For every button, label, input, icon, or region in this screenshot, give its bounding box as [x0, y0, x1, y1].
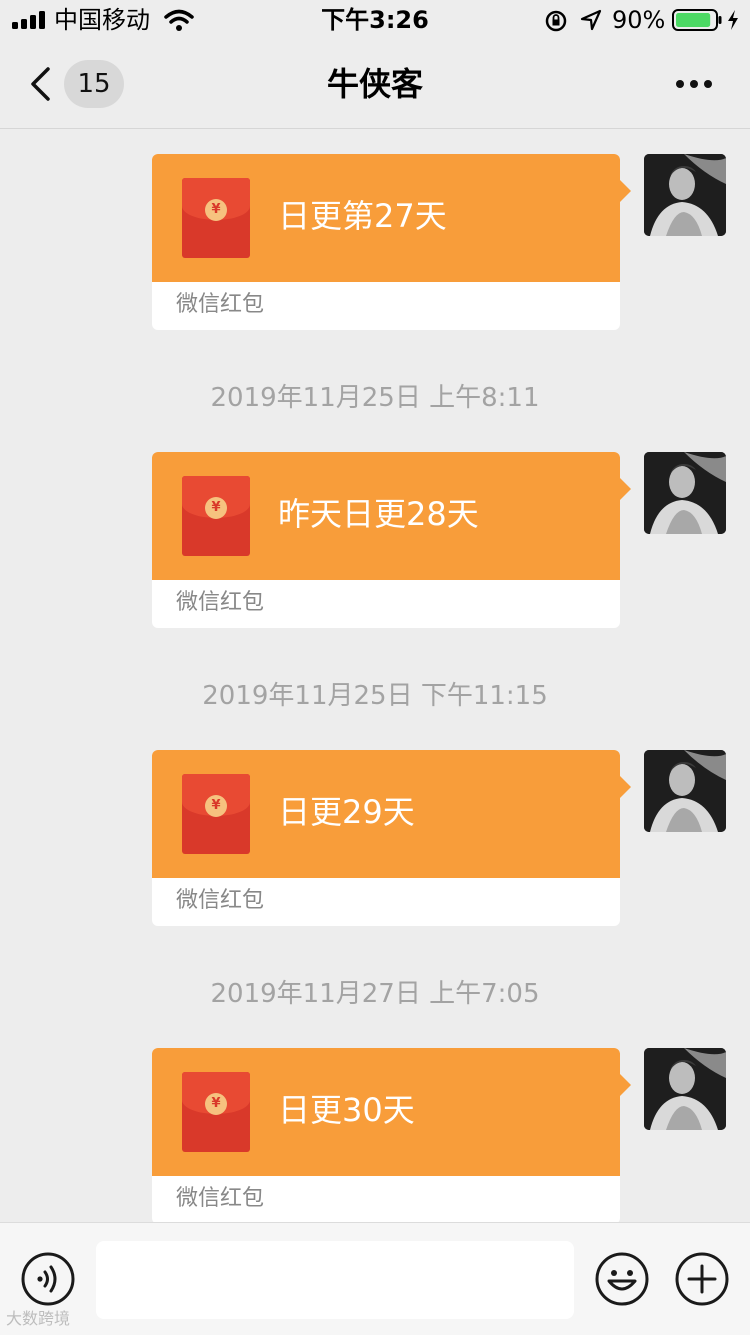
location-arrow-icon: [580, 9, 602, 31]
chat-header: 15 牛侠客: [0, 40, 750, 129]
chat-title: 牛侠客: [326, 65, 423, 103]
red-packet-card[interactable]: ¥ 日更30天 微信红包: [152, 1048, 620, 1224]
message-input-bar: 大数跨境: [0, 1222, 750, 1335]
red-packet-title: 日更29天: [278, 793, 415, 831]
red-packet-message: ¥ 昨天日更28天 微信红包: [0, 452, 750, 632]
red-packet-label: 微信红包: [176, 1186, 265, 1211]
red-packet-title: 日更30天: [278, 1091, 415, 1129]
plus-icon[interactable]: [674, 1251, 730, 1307]
timestamp: 2019年11月27日 上午7:05: [210, 979, 540, 1009]
red-envelope-icon: ¥: [182, 476, 250, 556]
battery-percentage: 90%: [612, 6, 666, 34]
red-packet-card[interactable]: ¥ 日更29天 微信红包: [152, 750, 620, 926]
watermark: 大数跨境: [6, 1309, 71, 1328]
avatar[interactable]: [644, 1048, 726, 1130]
rotation-lock-icon: [545, 10, 567, 32]
red-packet-message: ¥ 日更30天 微信红包: [0, 1048, 750, 1228]
voice-icon[interactable]: [20, 1251, 76, 1307]
timestamp: 2019年11月25日 上午8:11: [210, 383, 540, 413]
red-packet-title: 昨天日更28天: [278, 495, 479, 533]
red-envelope-icon: ¥: [182, 178, 250, 258]
battery-icon: [672, 9, 722, 31]
message-text-input[interactable]: [96, 1241, 574, 1319]
avatar[interactable]: [644, 750, 726, 832]
avatar[interactable]: [644, 154, 726, 236]
red-packet-label: 微信红包: [176, 888, 265, 913]
emoji-icon[interactable]: [594, 1251, 650, 1307]
red-packet-label: 微信红包: [176, 590, 265, 615]
timestamp: 2019年11月25日 下午11:15: [202, 681, 548, 711]
red-packet-card[interactable]: ¥ 昨天日更28天 微信红包: [152, 452, 620, 628]
charging-bolt-icon: [728, 10, 738, 30]
red-packet-label: 微信红包: [176, 292, 265, 317]
red-packet-card[interactable]: ¥ 日更第27天 微信红包: [152, 154, 620, 330]
red-packet-message: ¥ 日更第27天 微信红包: [0, 154, 750, 334]
more-dots-icon[interactable]: [674, 74, 714, 94]
red-packet-message: ¥ 日更29天 微信红包: [0, 750, 750, 930]
red-packet-title: 日更第27天: [278, 197, 447, 235]
red-envelope-icon: ¥: [182, 1072, 250, 1152]
red-envelope-icon: ¥: [182, 774, 250, 854]
status-bar: 中国移动 下午3:26 90%: [0, 0, 750, 40]
avatar[interactable]: [644, 452, 726, 534]
